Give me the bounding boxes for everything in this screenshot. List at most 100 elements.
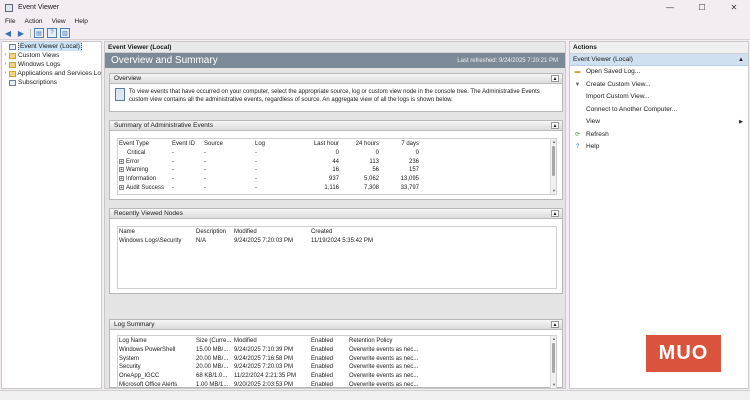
- event-type-label: Warning: [126, 167, 149, 174]
- action-label: Create Custom View...: [586, 80, 651, 88]
- action-label: Refresh: [586, 130, 609, 138]
- column-header[interactable]: Size (Curre...: [195, 336, 233, 346]
- tree-expander-icon[interactable]: ›: [2, 51, 9, 60]
- help-book-icon[interactable]: ?: [47, 28, 57, 38]
- recent-nodes-section-header[interactable]: Recently Viewed Nodes ▲: [110, 209, 562, 219]
- expand-plus-icon[interactable]: +: [119, 176, 124, 182]
- column-header[interactable]: Event Type: [118, 139, 171, 149]
- tree-item-applications-services-logs[interactable]: › Applications and Services Lo: [2, 69, 101, 78]
- expand-plus-icon[interactable]: +: [119, 184, 124, 190]
- log-retention-cell: Overwrite events as nec...: [349, 355, 419, 362]
- column-header[interactable]: Modified: [233, 336, 310, 346]
- column-header[interactable]: 7 days: [382, 139, 422, 149]
- forward-arrow-icon[interactable]: ▶: [16, 28, 26, 38]
- admin-events-section-header[interactable]: Summary of Administrative Events ▲: [110, 121, 562, 131]
- table-row[interactable]: + Error - - - 44 113 236: [118, 158, 552, 167]
- action-label: Open Saved Log...: [586, 68, 641, 75]
- filler-cell: [422, 158, 552, 167]
- event-type-label: Information: [126, 176, 157, 183]
- table-row[interactable]: Security 20.00 MB/... 9/24/2025 7:20:03 …: [118, 363, 552, 372]
- event-id-cell: -: [172, 184, 174, 191]
- close-icon[interactable]: ✕: [718, 0, 750, 15]
- muo-watermark-logo: MUO: [646, 335, 721, 372]
- column-header[interactable]: Retention Policy: [348, 336, 428, 346]
- column-header[interactable]: Last hour: [299, 139, 342, 149]
- table-row[interactable]: + Audit Success - - - 1,116 7,308 33,797: [118, 183, 552, 192]
- event-id-cell: -: [172, 150, 174, 157]
- back-arrow-icon[interactable]: ◀: [3, 28, 13, 38]
- table-row[interactable]: Windows Logs\Security N/A 9/24/2025 7:20…: [118, 237, 552, 246]
- table-row[interactable]: + Warning - - - 16 56 157: [118, 166, 552, 175]
- menu-view[interactable]: View: [52, 18, 66, 25]
- vertical-scrollbar[interactable]: ▲ ▼: [550, 336, 556, 388]
- column-header[interactable]: Event ID: [171, 139, 203, 149]
- show-hide-action-pane-icon[interactable]: ▥: [60, 28, 70, 38]
- maximize-icon[interactable]: ☐: [686, 0, 718, 15]
- tree-item-subscriptions[interactable]: Subscriptions: [2, 78, 101, 87]
- scroll-up-icon[interactable]: ▲: [551, 139, 556, 145]
- action-help[interactable]: ? Help: [570, 141, 748, 154]
- collapse-arrow-icon[interactable]: ▲: [738, 54, 744, 66]
- column-header[interactable]: Modified: [233, 227, 310, 237]
- collapse-arrow-icon[interactable]: ▲: [551, 210, 559, 217]
- menu-help[interactable]: Help: [75, 18, 88, 25]
- column-header[interactable]: Created: [310, 227, 390, 237]
- action-label: View: [586, 118, 600, 125]
- tree-expander-icon[interactable]: ›: [2, 60, 9, 69]
- window-controls: — ☐ ✕: [654, 0, 750, 15]
- tree-expander-icon[interactable]: ›: [2, 69, 9, 78]
- action-view[interactable]: View ▶: [570, 116, 748, 129]
- expand-plus-icon[interactable]: +: [119, 158, 124, 164]
- scroll-thumb[interactable]: [552, 343, 555, 373]
- scroll-down-icon[interactable]: ▼: [551, 382, 556, 388]
- scroll-down-icon[interactable]: ▼: [551, 188, 556, 194]
- log-modified-cell: 9/24/2025 7:16:58 PM: [234, 355, 294, 362]
- table-row[interactable]: OneApp_IGCC 68 KB/1.0... 11/22/2024 2:21…: [118, 372, 552, 381]
- vertical-scrollbar[interactable]: ▲ ▼: [550, 139, 556, 194]
- column-header[interactable]: Description: [195, 227, 233, 237]
- action-connect-computer[interactable]: Connect to Another Computer...: [570, 104, 748, 117]
- table-row[interactable]: Windows PowerShell 15.00 MB/... 9/24/202…: [118, 346, 552, 355]
- action-import-custom-view[interactable]: Import Custom View...: [570, 91, 748, 104]
- help-icon: ?: [575, 144, 580, 150]
- column-header[interactable]: Log Name: [118, 336, 195, 346]
- collapse-arrow-icon[interactable]: ▲: [551, 321, 559, 328]
- column-header[interactable]: 24 hours: [342, 139, 382, 149]
- scroll-up-icon[interactable]: ▲: [551, 336, 556, 342]
- log-summary-section-header[interactable]: Log Summary ▲: [110, 320, 562, 330]
- column-header[interactable]: Name: [118, 227, 195, 237]
- table-row[interactable]: + Information - - - 937 5,062 13,095: [118, 175, 552, 184]
- column-filler: [422, 139, 552, 149]
- table-row[interactable]: Microsoft Office Alerts 1.00 MB/1... 9/2…: [118, 380, 552, 388]
- tree-item-windows-logs[interactable]: › Windows Logs: [2, 60, 101, 69]
- actions-subheader[interactable]: Event Viewer (Local) ▲: [570, 54, 748, 66]
- overview-section-header[interactable]: Overview ▲: [110, 74, 562, 84]
- collapse-arrow-icon[interactable]: ▲: [551, 122, 559, 129]
- action-create-custom-view[interactable]: ▼ Create Custom View...: [570, 79, 748, 92]
- tree-item-custom-views[interactable]: › Custom Views: [2, 51, 101, 60]
- table-row[interactable]: System 20.00 MB/... 9/24/2025 7:16:58 PM…: [118, 355, 552, 364]
- log-summary-grid: Log Name Size (Curre... Modified Enabled…: [117, 335, 557, 388]
- scroll-thumb[interactable]: [552, 146, 555, 176]
- minimize-icon[interactable]: —: [654, 0, 686, 15]
- menu-file[interactable]: File: [5, 18, 15, 25]
- expand-plus-icon[interactable]: +: [119, 167, 124, 173]
- action-open-saved-log[interactable]: ▬ Open Saved Log...: [570, 66, 748, 79]
- filler-cell: [390, 237, 552, 246]
- tree-item-label: Applications and Services Lo: [17, 70, 101, 77]
- node-modified-cell: 9/24/2025 7:20:03 PM: [234, 238, 294, 245]
- column-header[interactable]: Source: [203, 139, 254, 149]
- tree-item-event-viewer-local[interactable]: Event Viewer (Local): [2, 42, 101, 51]
- collapse-arrow-icon[interactable]: ▲: [551, 75, 559, 82]
- action-refresh[interactable]: ⟳ Refresh: [570, 129, 748, 142]
- table-row[interactable]: Critical - - - 0 0 0: [118, 149, 552, 158]
- last-hour-cell: 44: [332, 158, 339, 165]
- show-hide-console-tree-icon[interactable]: ▤: [34, 28, 44, 38]
- menu-bar: File Action View Help: [0, 15, 750, 27]
- column-header[interactable]: Log: [254, 139, 299, 149]
- column-header[interactable]: Enabled: [310, 336, 348, 346]
- log-size-cell: 20.00 MB/...: [196, 355, 229, 362]
- log-cell: -: [255, 184, 257, 191]
- menu-action[interactable]: Action: [24, 18, 42, 25]
- log-size-cell: 1.00 MB/1...: [196, 381, 229, 388]
